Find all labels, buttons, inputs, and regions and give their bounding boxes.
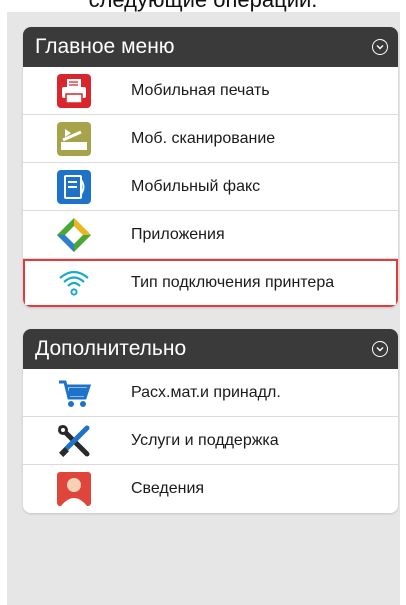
person-icon — [57, 472, 91, 506]
main-menu-title: Главное меню — [35, 35, 175, 58]
menu-item-mobile-scan[interactable]: Моб. сканирование — [23, 115, 398, 163]
menu-item-mobile-fax[interactable]: Мобильный факс — [23, 163, 398, 211]
fax-icon — [57, 170, 91, 204]
scanner-icon — [57, 122, 91, 156]
menu-item-label: Тип подключения принтера — [131, 274, 335, 291]
menu-item-services[interactable]: Услуги и поддержка — [23, 417, 398, 465]
menu-item-printer-connection[interactable]: Тип подключения принтера — [23, 259, 398, 307]
apps-icon — [57, 218, 91, 252]
menu-item-supplies[interactable]: Расх.мат.и принадл. — [23, 369, 398, 417]
app-area: Главное меню Мобильная печать Моб. скани… — [7, 12, 400, 605]
menu-item-mobile-print[interactable]: Мобильная печать — [23, 67, 398, 115]
menu-item-label: Мобильный факс — [131, 177, 261, 195]
menu-item-label: Моб. сканирование — [131, 129, 276, 147]
menu-item-label: Расх.мат.и принадл. — [131, 383, 281, 401]
additional-panel: Дополнительно Расх.мат.и принадл. Услуги… — [23, 329, 398, 513]
additional-title: Дополнительно — [35, 337, 187, 360]
menu-item-label: Услуги и поддержка — [131, 431, 279, 449]
main-menu-header[interactable]: Главное меню — [23, 27, 398, 67]
menu-item-label: Мобильная печать — [131, 81, 270, 99]
tools-icon — [57, 424, 91, 458]
top-caption: следующие операции. — [0, 0, 406, 12]
additional-header[interactable]: Дополнительно — [23, 329, 398, 369]
menu-item-info[interactable]: Сведения — [23, 465, 398, 513]
chevron-down-icon[interactable] — [372, 39, 388, 55]
menu-item-apps[interactable]: Приложения — [23, 211, 398, 259]
cart-icon — [57, 376, 92, 410]
printer-icon — [57, 74, 91, 108]
main-menu-panel: Главное меню Мобильная печать Моб. скани… — [23, 27, 398, 307]
chevron-down-icon[interactable] — [372, 341, 388, 357]
menu-item-label: Приложения — [131, 225, 225, 243]
menu-item-label: Сведения — [131, 480, 205, 497]
wifi-icon — [57, 266, 91, 300]
